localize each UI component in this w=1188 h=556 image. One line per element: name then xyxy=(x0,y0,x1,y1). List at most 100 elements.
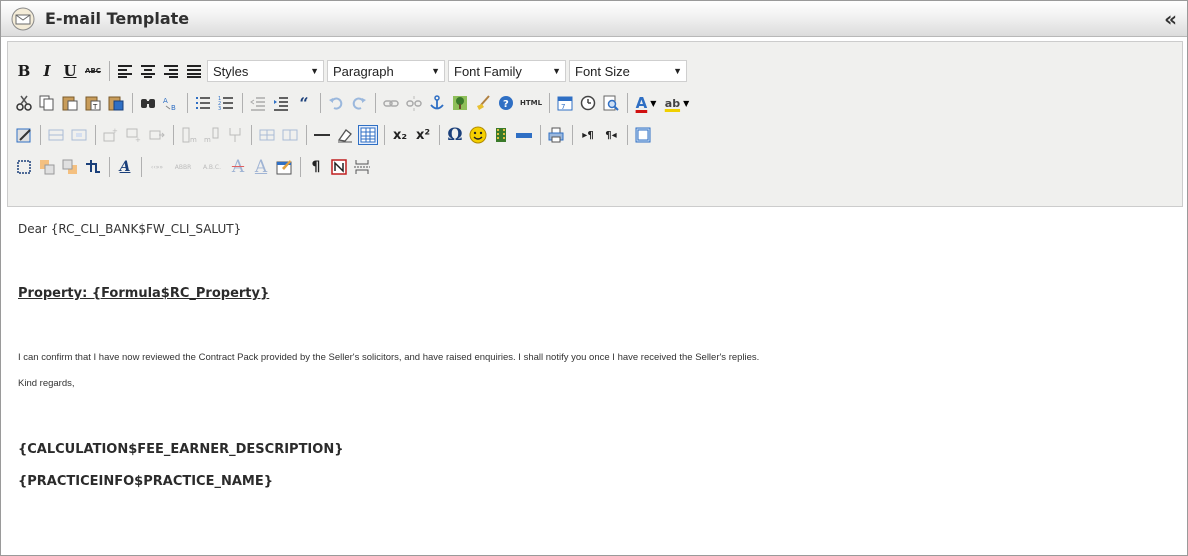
split-cells-button[interactable] xyxy=(280,125,300,145)
fullscreen-icon xyxy=(635,127,651,143)
help-button[interactable]: ? xyxy=(496,93,516,113)
svg-text:?: ? xyxy=(503,99,509,110)
font-size-dropdown[interactable]: Font Size ▼ xyxy=(569,60,687,82)
insert-row-before-icon: + xyxy=(103,127,119,143)
link-button[interactable] xyxy=(381,93,401,113)
insert-date-button[interactable]: 7 xyxy=(555,93,575,113)
delete-row-button[interactable] xyxy=(147,125,167,145)
underline-button[interactable]: U xyxy=(60,61,80,81)
attributes-button[interactable] xyxy=(274,157,294,177)
attributes-icon xyxy=(276,159,292,175)
property-line: Property: {Formula$RC_Property} xyxy=(18,286,270,301)
separator xyxy=(439,125,440,145)
insert-row-after-button[interactable]: + xyxy=(124,125,144,145)
subscript-button[interactable]: x₂ xyxy=(390,125,410,145)
absolute-position-button[interactable] xyxy=(83,157,103,177)
paste-button[interactable] xyxy=(60,93,80,113)
print-button[interactable] xyxy=(546,125,566,145)
insert-col-before-button[interactable]: m xyxy=(179,125,199,145)
image-button[interactable] xyxy=(450,93,470,113)
replace-button[interactable]: AB xyxy=(161,93,181,113)
align-left-button[interactable] xyxy=(115,61,135,81)
special-char-button[interactable]: Ω xyxy=(445,125,465,145)
indent-button[interactable] xyxy=(271,93,291,113)
align-center-button[interactable] xyxy=(138,61,158,81)
visual-aid-button[interactable] xyxy=(358,125,378,145)
anchor-button[interactable] xyxy=(427,93,447,113)
visual-aid-icon xyxy=(360,127,376,143)
insert-layer-button[interactable] xyxy=(14,157,34,177)
strikethrough-button[interactable]: ABC xyxy=(83,61,103,81)
del-button[interactable]: A xyxy=(228,157,248,177)
html-button[interactable]: HTML xyxy=(519,93,543,113)
redo-button[interactable] xyxy=(349,93,369,113)
toolbar-row-2: T AB 123 “ ? HTML 7 A ▼ ab ▼ xyxy=(14,90,695,116)
superscript-button[interactable]: x² xyxy=(413,125,433,145)
emoticon-button[interactable] xyxy=(468,125,488,145)
table-props-button[interactable] xyxy=(14,125,34,145)
delete-col-button[interactable] xyxy=(225,125,245,145)
font-family-dropdown[interactable]: Font Family ▼ xyxy=(448,60,566,82)
cell-props-button[interactable] xyxy=(69,125,89,145)
cleanup-button[interactable] xyxy=(473,93,493,113)
page-break-button[interactable] xyxy=(352,157,372,177)
paste-text-button[interactable]: T xyxy=(83,93,103,113)
copy-button[interactable] xyxy=(37,93,57,113)
ins-button[interactable]: A xyxy=(251,157,271,177)
bold-button[interactable]: B xyxy=(14,61,34,81)
svg-text:7: 7 xyxy=(561,103,565,111)
paragraph-dropdown[interactable]: Paragraph ▼ xyxy=(327,60,445,82)
abbr-button[interactable]: ABBR xyxy=(170,157,196,177)
strikethrough-label: ABC xyxy=(85,67,101,75)
separator xyxy=(627,93,628,113)
preview-button[interactable] xyxy=(601,93,621,113)
italic-button[interactable]: I xyxy=(37,61,57,81)
align-justify-button[interactable] xyxy=(184,61,204,81)
ltr-button[interactable]: ▸¶ xyxy=(578,125,598,145)
move-backward-button[interactable] xyxy=(60,157,80,177)
non-breaking-button[interactable] xyxy=(329,157,349,177)
separator xyxy=(187,93,188,113)
row-props-button[interactable] xyxy=(46,125,66,145)
move-forward-button[interactable] xyxy=(37,157,57,177)
text-color-button[interactable]: A ▼ xyxy=(633,93,659,113)
show-blocks-icon: ¶ xyxy=(311,159,321,175)
media-button[interactable] xyxy=(491,125,511,145)
insert-time-button[interactable] xyxy=(578,93,598,113)
separator xyxy=(132,93,133,113)
outdent-button[interactable] xyxy=(248,93,268,113)
fullscreen-button[interactable] xyxy=(633,125,653,145)
acronym-button[interactable]: A.B.C. xyxy=(199,157,225,177)
undo-button[interactable] xyxy=(326,93,346,113)
styles-dropdown[interactable]: Styles ▼ xyxy=(207,60,324,82)
insert-col-after-button[interactable]: m xyxy=(202,125,222,145)
show-blocks-button[interactable]: ¶ xyxy=(306,157,326,177)
bullet-list-button[interactable] xyxy=(193,93,213,113)
rtl-button[interactable]: ¶◂ xyxy=(601,125,621,145)
media-icon xyxy=(493,127,509,143)
find-button[interactable] xyxy=(138,93,158,113)
superscript-icon: x² xyxy=(415,127,431,143)
remove-format-button[interactable] xyxy=(335,125,355,145)
collapse-button[interactable]: « xyxy=(1164,7,1177,31)
insert-row-before-button[interactable]: + xyxy=(101,125,121,145)
merge-cells-button[interactable] xyxy=(257,125,277,145)
highlight-color-button[interactable]: ab ▼ xyxy=(662,93,692,113)
unlink-button[interactable] xyxy=(404,93,424,113)
copy-icon xyxy=(39,95,55,111)
editor-content-area[interactable]: Dear {RC_CLI_BANK$FW_CLI_SALUT} Property… xyxy=(7,208,1183,551)
bold-label: B xyxy=(17,62,31,80)
cite-button[interactable]: ‹‹»» xyxy=(147,157,167,177)
link-icon xyxy=(383,95,399,111)
insert-layer-icon xyxy=(16,159,32,175)
advanced-hr-button[interactable] xyxy=(514,125,534,145)
style-props-button[interactable]: A xyxy=(115,157,135,177)
cut-button[interactable] xyxy=(14,93,34,113)
blockquote-button[interactable]: “ xyxy=(294,93,314,113)
separator xyxy=(242,93,243,113)
numbered-list-button[interactable]: 123 xyxy=(216,93,236,113)
horizontal-rule-button[interactable] xyxy=(312,125,332,145)
paste-word-button[interactable] xyxy=(106,93,126,113)
cleanup-icon xyxy=(475,95,491,111)
align-right-button[interactable] xyxy=(161,61,181,81)
